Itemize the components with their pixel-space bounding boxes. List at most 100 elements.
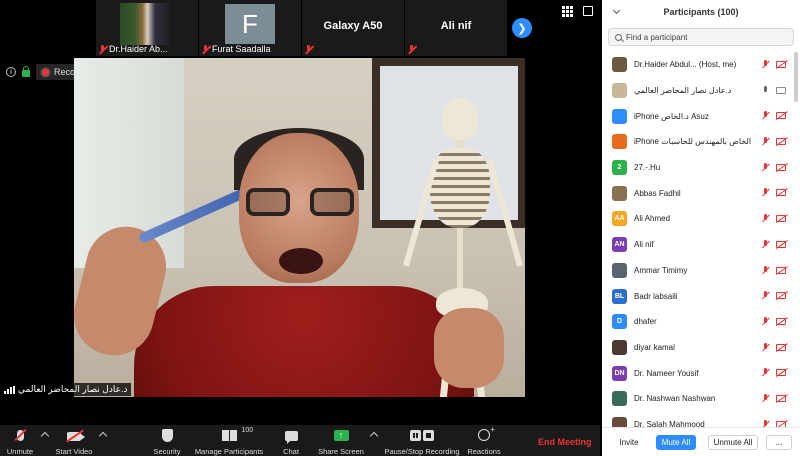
speaker-name: د.عادل نصار المحاضر العالمي bbox=[18, 384, 128, 394]
thumbnail-label: Dr.Haider Ab... bbox=[109, 44, 168, 54]
thumbnail-name: Ali nif bbox=[440, 20, 472, 32]
pause-stop-icon bbox=[410, 429, 434, 441]
unmute-button[interactable]: Unmute bbox=[2, 425, 38, 456]
participant-row[interactable]: 2 27.-.Hu bbox=[602, 155, 800, 181]
info-icon[interactable]: i bbox=[6, 67, 16, 77]
camera-off-icon[interactable] bbox=[776, 112, 786, 120]
participant-name: Abbas Fadhil bbox=[634, 188, 681, 198]
panel-title: Participants (100) bbox=[663, 7, 739, 17]
share-options-chevron-icon[interactable] bbox=[369, 431, 379, 441]
camera-off-icon[interactable] bbox=[776, 266, 786, 274]
invite-button[interactable]: Invite bbox=[612, 435, 646, 450]
manage-participants-button[interactable]: 100 Manage Participants bbox=[194, 425, 264, 456]
avatar bbox=[612, 262, 627, 278]
muted-mic-icon[interactable] bbox=[761, 265, 770, 276]
muted-mic-icon[interactable] bbox=[761, 342, 770, 353]
thumbnail-participant-2[interactable]: Galaxy A50 bbox=[302, 0, 404, 56]
participant-row[interactable]: Abbas Fadhil bbox=[602, 180, 800, 206]
encryption-lock-icon[interactable] bbox=[22, 66, 30, 77]
muted-mic-icon[interactable] bbox=[761, 316, 770, 327]
reactions-button[interactable]: Reactions bbox=[466, 425, 502, 456]
muted-mic-icon[interactable] bbox=[761, 111, 770, 121]
thumbnail-participant-3[interactable]: Ali nif bbox=[405, 0, 507, 56]
participant-row[interactable]: AA Ali Ahmed bbox=[602, 206, 800, 232]
camera-off-icon[interactable] bbox=[776, 240, 786, 248]
search-input[interactable] bbox=[626, 32, 786, 42]
participant-name: 27.-.Hu bbox=[634, 163, 661, 173]
muted-mic-icon[interactable] bbox=[761, 137, 770, 147]
video-options-chevron-icon[interactable] bbox=[98, 431, 108, 441]
glasses bbox=[246, 188, 354, 218]
avatar: AN bbox=[612, 237, 627, 253]
muted-mic-icon[interactable] bbox=[761, 214, 770, 224]
camera-icon[interactable] bbox=[776, 86, 786, 94]
camera-off-icon[interactable] bbox=[776, 215, 786, 223]
participant-row[interactable]: BL Badr labsaili bbox=[602, 283, 800, 309]
muted-mic-icon[interactable] bbox=[761, 188, 770, 198]
participant-row[interactable]: iPhone د.الخاص Asuz bbox=[602, 103, 800, 129]
avatar bbox=[612, 108, 627, 124]
camera-off-icon[interactable] bbox=[776, 369, 786, 377]
participant-name: د.عادل نصار المحاضر العالمي bbox=[634, 86, 732, 96]
avatar: DN bbox=[612, 365, 627, 381]
avatar bbox=[612, 83, 627, 99]
participant-name: Dr. Nameer Yousif bbox=[634, 368, 699, 378]
scrollbar[interactable] bbox=[794, 52, 798, 102]
fullscreen-icon[interactable] bbox=[583, 6, 593, 16]
gallery-view-icon[interactable] bbox=[562, 6, 573, 17]
camera-off-icon[interactable] bbox=[776, 394, 786, 402]
participant-name: Ali nif bbox=[634, 240, 654, 250]
participants-icon bbox=[221, 429, 237, 441]
camera-off-icon[interactable] bbox=[776, 61, 786, 68]
share-screen-button[interactable]: ↑ Share Screen bbox=[318, 425, 364, 456]
avatar: D bbox=[612, 314, 627, 330]
mute-all-button[interactable]: Mute All bbox=[656, 435, 696, 450]
participant-row[interactable]: Dr. Salah Mahmood bbox=[602, 412, 800, 427]
camera-off-icon[interactable] bbox=[776, 317, 786, 325]
chat-button[interactable]: Chat bbox=[278, 425, 304, 456]
panel-footer: Invite Mute All Unmute All ... bbox=[602, 427, 800, 456]
participant-name: Dr. Salah Mahmood bbox=[634, 419, 705, 427]
participant-row[interactable]: د.عادل نصار المحاضر العالمي bbox=[602, 78, 800, 104]
audio-options-chevron-icon[interactable] bbox=[40, 431, 50, 441]
thumbnail-participant-1[interactable]: F Furat Saadalla bbox=[199, 0, 301, 56]
camera-off-icon[interactable] bbox=[776, 343, 786, 351]
participant-row[interactable]: Dr.Haider Abdul... (Host, me) bbox=[602, 52, 800, 78]
participant-row[interactable]: AN Ali nif bbox=[602, 232, 800, 258]
pause-stop-recording-button[interactable]: Pause/Stop Recording bbox=[384, 425, 460, 456]
participant-name: Ali Ahmed bbox=[634, 214, 671, 224]
security-button[interactable]: Security bbox=[150, 425, 184, 456]
participant-row[interactable]: DN Dr. Nameer Yousif bbox=[602, 360, 800, 386]
more-options-button[interactable]: ... bbox=[766, 435, 792, 450]
participant-row[interactable]: Dr. Nashwan Nashwan bbox=[602, 386, 800, 412]
avatar bbox=[612, 134, 627, 150]
camera-off-icon[interactable] bbox=[776, 163, 786, 171]
participant-search[interactable] bbox=[608, 28, 794, 46]
thumbnail-strip: Dr.Haider Ab... F Furat Saadalla Galaxy … bbox=[96, 0, 508, 56]
start-video-button[interactable]: Start Video bbox=[52, 425, 96, 456]
muted-mic-icon[interactable] bbox=[761, 60, 770, 70]
thumbnail-name: Galaxy A50 bbox=[323, 20, 383, 32]
muted-mic-icon[interactable] bbox=[761, 239, 770, 250]
end-meeting-button[interactable]: End Meeting bbox=[538, 437, 592, 447]
participants-panel: Participants (100) Dr.Haider Abdul... (H… bbox=[602, 0, 800, 456]
next-page-arrow-icon[interactable]: ❯ bbox=[512, 18, 532, 38]
microphone-icon[interactable] bbox=[761, 85, 770, 96]
thumbnail-participant-0[interactable]: Dr.Haider Ab... bbox=[96, 0, 198, 56]
muted-mic-icon[interactable] bbox=[761, 368, 770, 378]
participant-list: Dr.Haider Abdul... (Host, me) د.عادل نصار… bbox=[602, 52, 800, 427]
muted-mic-icon[interactable] bbox=[761, 419, 770, 427]
participant-row[interactable]: Ddhafer bbox=[602, 309, 800, 335]
participant-row[interactable]: diyar kamal bbox=[602, 335, 800, 361]
muted-mic-icon[interactable] bbox=[761, 393, 770, 404]
camera-off-icon[interactable] bbox=[776, 189, 786, 197]
camera-off-icon[interactable] bbox=[776, 292, 786, 300]
muted-mic-icon[interactable] bbox=[761, 291, 770, 301]
participant-row[interactable]: iPhone الخاص بالمهندس للحاسبات bbox=[602, 129, 800, 155]
camera-off-icon[interactable] bbox=[776, 138, 786, 146]
unmute-all-button[interactable]: Unmute All bbox=[708, 435, 758, 450]
chevron-down-icon[interactable] bbox=[612, 6, 621, 15]
muted-mic-icon[interactable] bbox=[761, 162, 770, 173]
participant-row[interactable]: Ammar Timimy bbox=[602, 258, 800, 284]
participant-photo bbox=[120, 3, 170, 45]
